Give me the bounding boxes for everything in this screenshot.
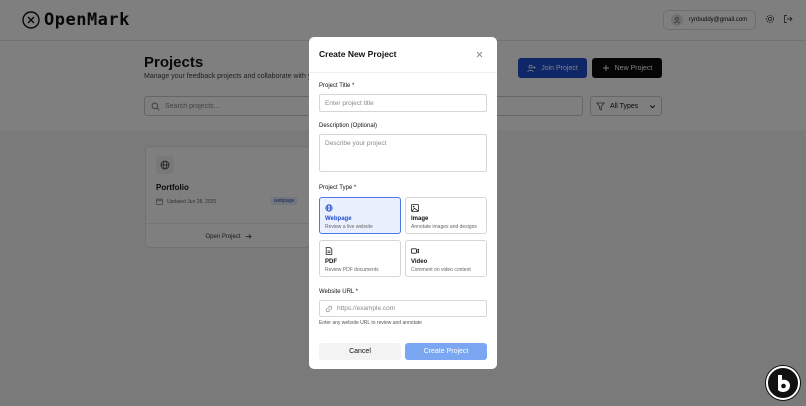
close-icon[interactable] [475, 50, 484, 59]
website-url-input[interactable] [337, 305, 477, 312]
type-option-webpage[interactable]: Webpage Review a live website [319, 197, 401, 234]
type-option-pdf[interactable]: PDF Review PDF documents [319, 240, 401, 277]
type-desc: Review PDF documents [325, 267, 379, 273]
url-hint: Enter any website URL to review and anno… [319, 320, 422, 326]
type-option-image[interactable]: Image Annotate images and designs [405, 197, 487, 234]
type-name: Image [411, 216, 429, 222]
type-desc: Review a live website [325, 224, 373, 230]
project-type-label: Project Type * [319, 185, 357, 191]
document-icon [325, 247, 333, 255]
type-name: Video [411, 259, 428, 265]
type-desc: Comment on video content [411, 267, 471, 273]
create-project-button[interactable]: Create Project [405, 343, 487, 360]
type-option-video[interactable]: Video Comment on video content [405, 240, 487, 277]
website-url-field[interactable] [319, 300, 487, 317]
cancel-button[interactable]: Cancel [319, 343, 401, 360]
type-desc: Annotate images and designs [411, 224, 477, 230]
description-label: Description (Optional) [319, 123, 378, 129]
create-project-modal: Create New Project Project Title * Descr… [309, 37, 497, 369]
website-url-label: Website URL * [319, 289, 359, 295]
video-icon [411, 247, 419, 255]
brand-badge-icon[interactable] [766, 366, 800, 400]
project-title-label: Project Title * [319, 83, 355, 89]
type-name: PDF [325, 259, 337, 265]
project-title-input[interactable] [319, 94, 487, 112]
image-icon [411, 204, 419, 212]
modal-title: Create New Project [319, 49, 397, 59]
description-textarea[interactable] [319, 134, 487, 172]
globe-icon [325, 204, 333, 212]
type-name: Webpage [325, 216, 352, 222]
modal-divider [309, 72, 497, 73]
link-icon [325, 305, 333, 313]
